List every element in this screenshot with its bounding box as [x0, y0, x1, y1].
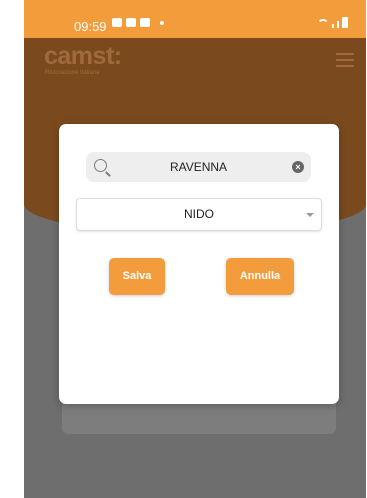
- select-value: NIDO: [184, 207, 214, 221]
- cancel-button[interactable]: Annulla: [226, 258, 294, 295]
- search-bar[interactable]: RAVENNA ×: [86, 152, 311, 182]
- school-type-select[interactable]: NIDO: [76, 198, 322, 231]
- chevron-down-icon: [306, 213, 314, 217]
- clear-icon[interactable]: ×: [292, 161, 304, 173]
- save-button[interactable]: Salva: [109, 258, 165, 295]
- search-input[interactable]: RAVENNA: [86, 152, 311, 182]
- phone-screen: 09:59 camst: Ristorazione Italiana RAVEN…: [24, 0, 366, 498]
- location-dialog: RAVENNA × NIDO Salva Annulla: [59, 124, 339, 404]
